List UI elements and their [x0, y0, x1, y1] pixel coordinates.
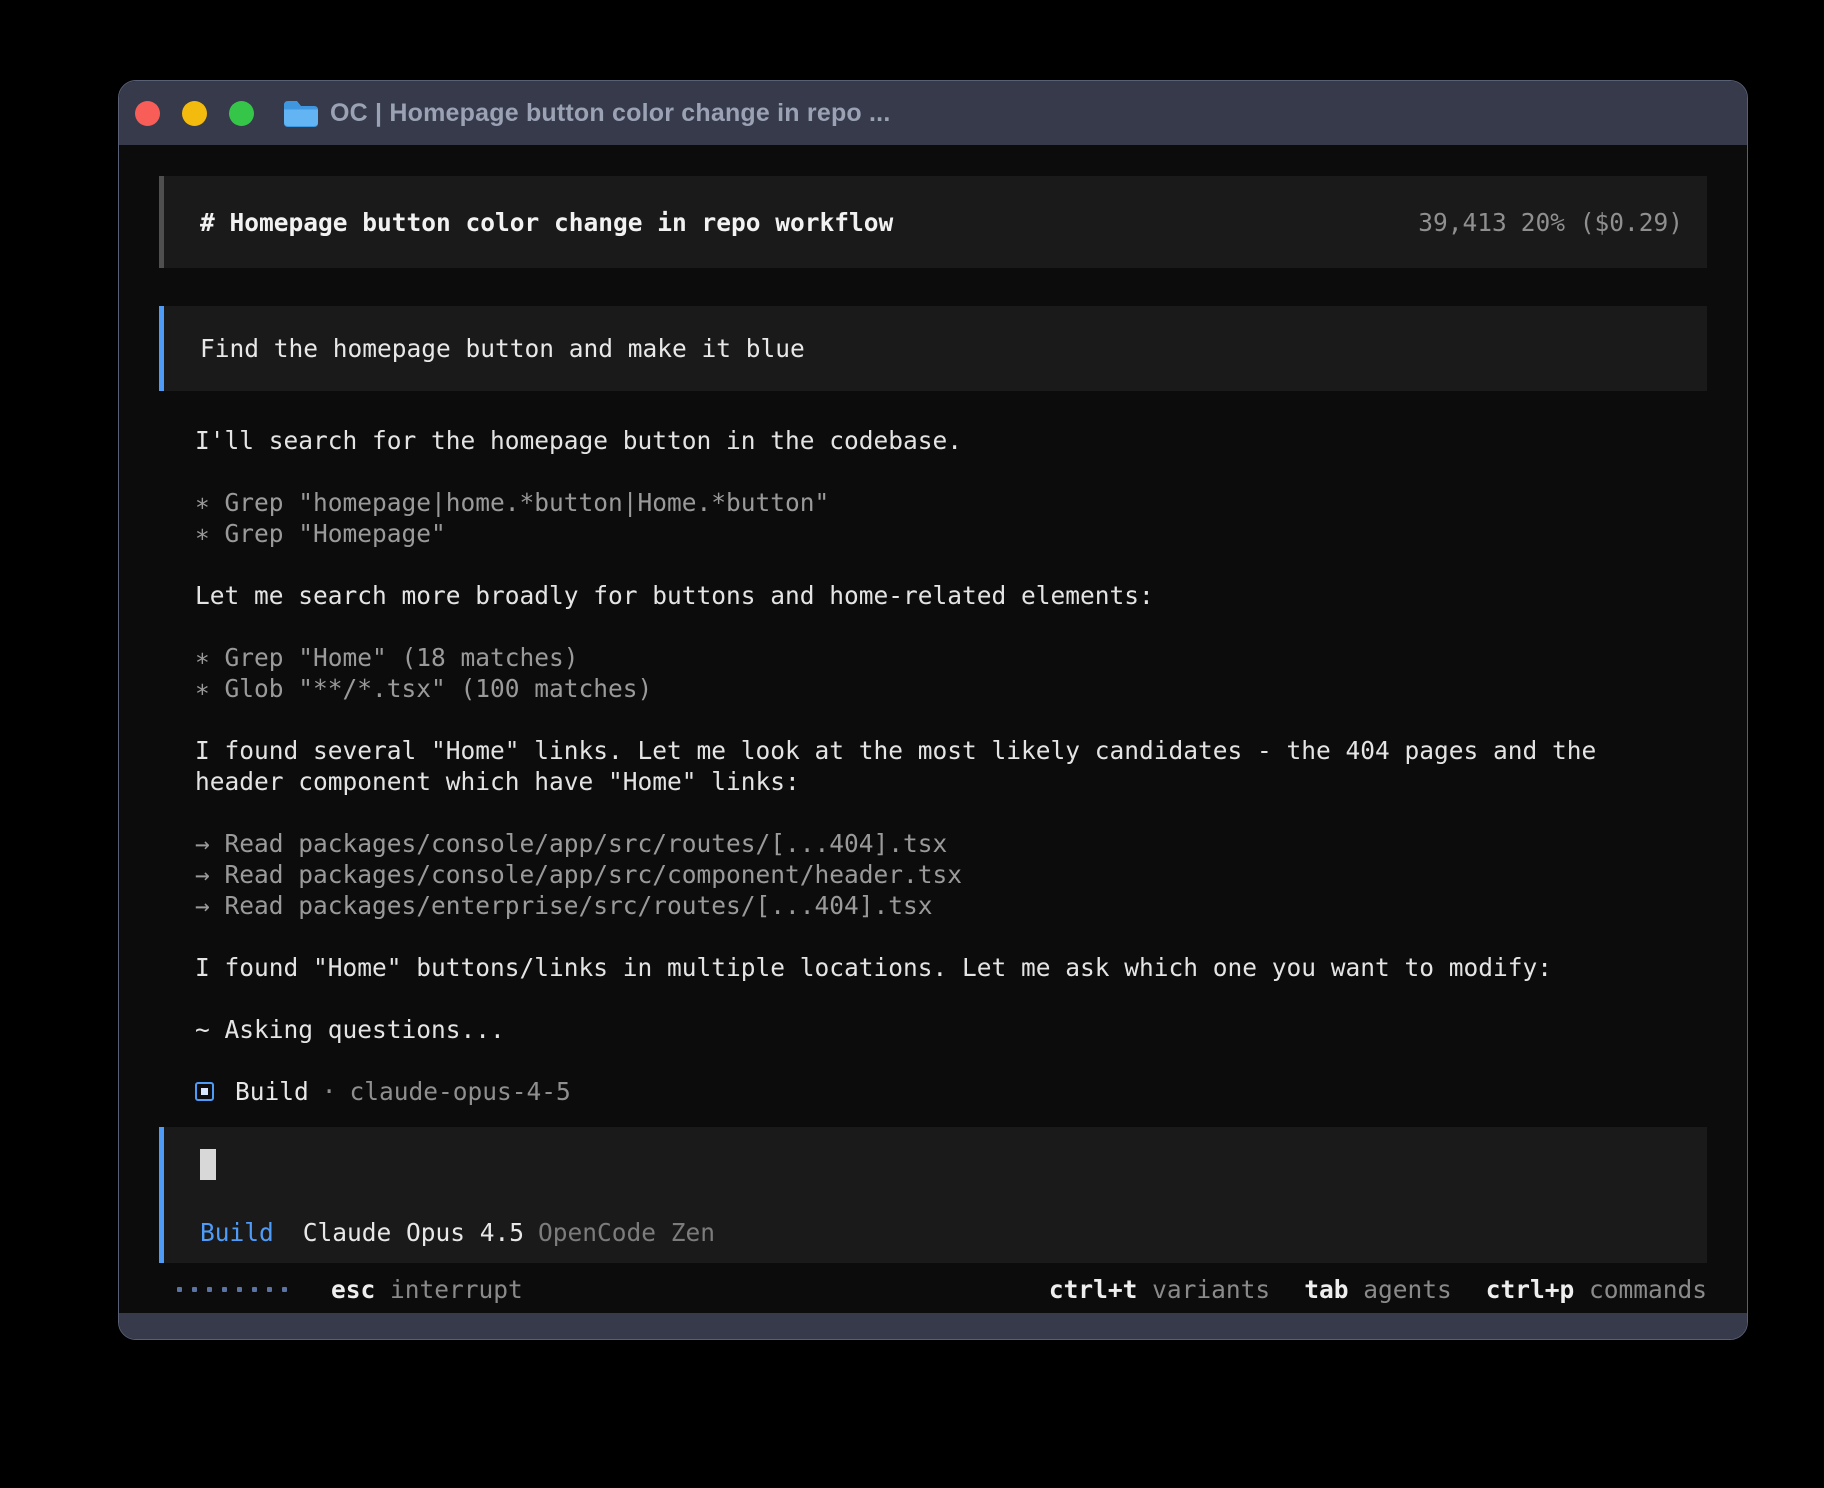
text-cursor — [200, 1149, 216, 1180]
tool-call-line: → Read packages/console/app/src/componen… — [195, 859, 1707, 890]
input-mode-line: Build Claude Opus 4.5 OpenCode Zen — [200, 1217, 1707, 1248]
esc-key: esc — [331, 1275, 375, 1304]
tool-call-line: ∗ Glob "**/*.tsx" (100 matches) — [195, 673, 1707, 704]
assistant-text-line: I found several "Home" links. Let me loo… — [195, 735, 1707, 766]
agent-status-icon — [195, 1082, 214, 1101]
transcript: I'll search for the homepage button in t… — [159, 425, 1707, 1107]
tool-call-line: → Read packages/enterprise/src/routes/[.… — [195, 890, 1707, 921]
window-bottom-strip — [119, 1313, 1747, 1339]
keyboard-hint-agents: tab agents — [1304, 1275, 1452, 1304]
context-percent: 20% — [1521, 208, 1565, 237]
keyboard-hint-variants: ctrl+t variants — [1049, 1275, 1270, 1304]
agent-status-line: Build·claude-opus-4-5 — [195, 1076, 1707, 1107]
session-stats: 39,413 20% ($0.29) — [1418, 208, 1683, 237]
user-message: Find the homepage button and make it blu… — [159, 306, 1707, 391]
maximize-button[interactable] — [229, 101, 254, 126]
traffic-lights — [133, 101, 254, 126]
terminal-window: OC | Homepage button color change in rep… — [118, 80, 1748, 1340]
keyboard-hint-commands: ctrl+p commands — [1486, 1275, 1707, 1304]
window-title: OC | Homepage button color change in rep… — [330, 99, 890, 128]
keyboard-hints: ctrl+t variants tab agents ctrl+p commands — [1015, 1275, 1707, 1304]
assistant-text-line: I'll search for the homepage button in t… — [195, 425, 1707, 456]
minimize-button[interactable] — [182, 101, 207, 126]
session-cost: ($0.29) — [1580, 208, 1683, 237]
tool-call-line: ∗ Grep "Home" (18 matches) — [195, 642, 1707, 673]
tool-call-line: ∗ Grep "homepage|home.*button|Home.*butt… — [195, 487, 1707, 518]
interrupt-hint: esc interrupt — [331, 1275, 523, 1304]
prompt-input[interactable]: Build Claude Opus 4.5 OpenCode Zen — [159, 1127, 1707, 1263]
user-message-text: Find the homepage button and make it blu… — [200, 334, 805, 363]
model-name[interactable]: Claude Opus 4.5 — [303, 1218, 524, 1247]
close-button[interactable] — [135, 101, 160, 126]
agent-model: claude-opus-4-5 — [350, 1077, 571, 1106]
window-titlebar[interactable]: OC | Homepage button color change in rep… — [119, 81, 1747, 145]
prompt-input-line[interactable] — [200, 1149, 1707, 1186]
assistant-text-line: Let me search more broadly for buttons a… — [195, 580, 1707, 611]
tool-call-line: ∗ Grep "Homepage" — [195, 518, 1707, 549]
agent-name: Build — [235, 1077, 309, 1106]
assistant-text-line: I found "Home" buttons/links in multiple… — [195, 952, 1707, 983]
folder-icon — [282, 99, 318, 128]
assistant-text-line: ~ Asking questions... — [195, 1014, 1707, 1045]
agent-mode[interactable]: Build — [200, 1218, 274, 1247]
provider-name: OpenCode Zen — [538, 1218, 715, 1247]
session-header: # Homepage button color change in repo w… — [159, 176, 1707, 268]
status-bar: esc interrupt ctrl+t variantstab agentsc… — [159, 1263, 1707, 1315]
session-title: # Homepage button color change in repo w… — [200, 208, 893, 237]
token-count: 39,413 — [1418, 208, 1507, 237]
assistant-text-line: header component which have "Home" links… — [195, 766, 1707, 797]
tool-call-line: → Read packages/console/app/src/routes/[… — [195, 828, 1707, 859]
spinner-dots — [177, 1287, 287, 1292]
